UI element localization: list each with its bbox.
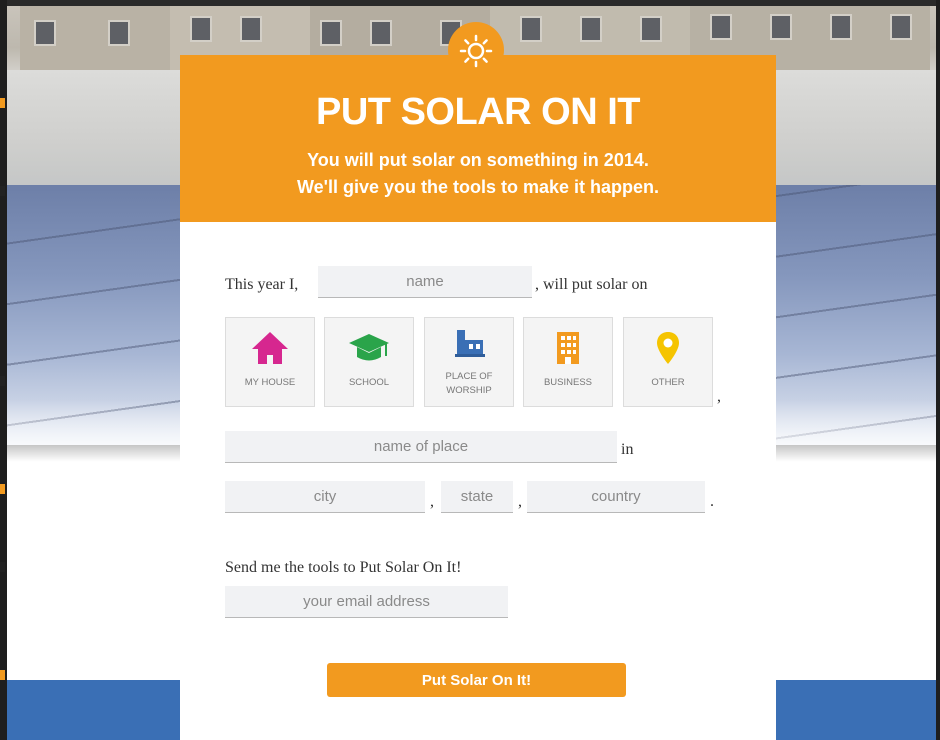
sentence-prefix: This year I, bbox=[225, 276, 299, 293]
option-label: MY HOUSE bbox=[244, 377, 296, 388]
submit-button[interactable]: Put Solar On It! bbox=[327, 663, 626, 697]
option-school[interactable]: SCHOOL bbox=[324, 317, 414, 407]
sun-badge bbox=[448, 22, 504, 78]
option-label: BUSINESS bbox=[543, 377, 593, 388]
state-input[interactable] bbox=[441, 481, 513, 513]
country-input[interactable] bbox=[527, 481, 705, 513]
city-input[interactable] bbox=[225, 481, 425, 513]
period: . bbox=[710, 493, 714, 510]
subtitle-line: You will put solar on something in 2014. bbox=[307, 150, 649, 170]
subtitle-line: We'll give you the tools to make it happ… bbox=[296, 177, 659, 197]
edge-marker bbox=[0, 484, 5, 494]
option-place-of-worship[interactable]: PLACE OF WORSHIP bbox=[424, 317, 514, 407]
right-edge bbox=[936, 0, 940, 740]
map-pin-icon bbox=[624, 330, 712, 366]
comma: , bbox=[430, 493, 434, 510]
edge-marker bbox=[0, 562, 5, 572]
name-input[interactable] bbox=[318, 266, 532, 298]
sun-icon bbox=[459, 34, 493, 68]
top-strip bbox=[0, 0, 940, 6]
option-label: SCHOOL bbox=[348, 377, 390, 388]
place-name-input[interactable] bbox=[225, 431, 617, 463]
page-subtitle: You will put solar on something in 2014.… bbox=[180, 147, 776, 201]
option-label-line: PLACE OF bbox=[445, 371, 493, 382]
option-other[interactable]: OTHER bbox=[623, 317, 713, 407]
sentence-suffix: , will put solar on bbox=[535, 276, 648, 293]
edge-marker bbox=[0, 670, 5, 680]
email-prompt: Send me the tools to Put Solar On It! bbox=[225, 559, 462, 576]
options-trailing-comma: , bbox=[717, 388, 721, 405]
page-title: PUT SOLAR ON IT bbox=[316, 91, 640, 133]
building-icon bbox=[524, 330, 612, 366]
option-label: PLACE OF WORSHIP bbox=[425, 370, 513, 398]
edge-marker bbox=[0, 186, 5, 196]
place-of-worship-icon bbox=[425, 326, 513, 362]
left-edge bbox=[0, 0, 7, 740]
edge-marker bbox=[0, 376, 5, 386]
option-label: OTHER bbox=[651, 377, 685, 388]
edge-marker bbox=[0, 98, 5, 108]
card-header: PUT SOLAR ON IT You will put solar on so… bbox=[180, 55, 776, 222]
email-input[interactable] bbox=[225, 586, 508, 618]
option-my-house[interactable]: MY HOUSE bbox=[225, 317, 315, 407]
in-label: in bbox=[621, 441, 634, 458]
option-label-line: WORSHIP bbox=[446, 385, 492, 396]
graduation-cap-icon bbox=[325, 330, 413, 366]
signup-card: PUT SOLAR ON IT You will put solar on so… bbox=[180, 55, 776, 740]
background-building bbox=[20, 6, 170, 72]
comma: , bbox=[518, 493, 522, 510]
house-icon bbox=[226, 330, 314, 366]
option-business[interactable]: BUSINESS bbox=[523, 317, 613, 407]
